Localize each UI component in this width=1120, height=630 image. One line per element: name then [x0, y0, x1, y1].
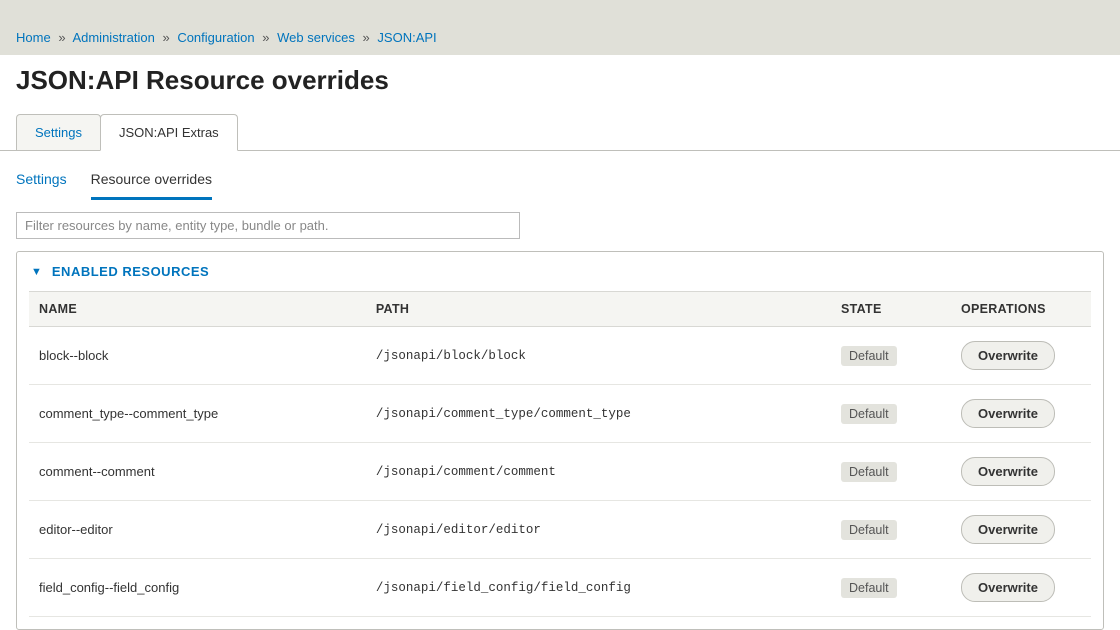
breadcrumb-separator: »	[158, 30, 173, 45]
overwrite-button[interactable]: Overwrite	[961, 573, 1055, 602]
overwrite-button[interactable]: Overwrite	[961, 341, 1055, 370]
tab-settings[interactable]: Settings	[16, 114, 101, 150]
cell-name: field_config--field_config	[29, 559, 366, 617]
cell-state: Default	[831, 327, 951, 385]
table-row: comment_type--comment_type /jsonapi/comm…	[29, 385, 1091, 443]
subtab-settings[interactable]: Settings	[16, 171, 67, 200]
breadcrumb-separator: »	[258, 30, 273, 45]
enabled-resources-summary[interactable]: ▼ ENABLED RESOURCES	[17, 252, 1103, 291]
th-path: PATH	[366, 292, 831, 327]
th-name: NAME	[29, 292, 366, 327]
table-row: comment--comment /jsonapi/comment/commen…	[29, 443, 1091, 501]
breadcrumb-web-services[interactable]: Web services	[277, 30, 355, 45]
tab-extras[interactable]: JSON:API Extras	[100, 114, 238, 151]
filter-input[interactable]	[16, 212, 520, 239]
cell-path: /jsonapi/comment_type/comment_type	[366, 385, 831, 443]
table-row: field_config--field_config /jsonapi/fiel…	[29, 559, 1091, 617]
breadcrumb: Home » Administration » Configuration » …	[0, 24, 1120, 55]
overwrite-button[interactable]: Overwrite	[961, 457, 1055, 486]
state-badge: Default	[841, 404, 897, 424]
cell-name: comment--comment	[29, 443, 366, 501]
breadcrumb-jsonapi[interactable]: JSON:API	[377, 30, 436, 45]
cell-state: Default	[831, 443, 951, 501]
cell-name: block--block	[29, 327, 366, 385]
overwrite-button[interactable]: Overwrite	[961, 515, 1055, 544]
cell-name: editor--editor	[29, 501, 366, 559]
cell-path: /jsonapi/editor/editor	[366, 501, 831, 559]
cell-operations: Overwrite	[951, 559, 1091, 617]
resource-table: NAME PATH STATE OPERATIONS block--block …	[29, 291, 1091, 617]
cell-path: /jsonapi/field_config/field_config	[366, 559, 831, 617]
cell-operations: Overwrite	[951, 501, 1091, 559]
primary-tabs: Settings JSON:API Extras	[0, 114, 1120, 151]
state-badge: Default	[841, 462, 897, 482]
state-badge: Default	[841, 578, 897, 598]
cell-path: /jsonapi/comment/comment	[366, 443, 831, 501]
breadcrumb-configuration[interactable]: Configuration	[177, 30, 254, 45]
secondary-tabs: Settings Resource overrides	[0, 151, 1120, 200]
breadcrumb-separator: »	[359, 30, 374, 45]
page-title: JSON:API Resource overrides	[0, 55, 1120, 114]
th-operations: OPERATIONS	[951, 292, 1091, 327]
th-state: STATE	[831, 292, 951, 327]
top-background	[0, 0, 1120, 24]
breadcrumb-home[interactable]: Home	[16, 30, 51, 45]
enabled-resources-label: ENABLED RESOURCES	[52, 264, 209, 279]
cell-operations: Overwrite	[951, 443, 1091, 501]
cell-name: comment_type--comment_type	[29, 385, 366, 443]
caret-down-icon: ▼	[31, 266, 42, 278]
overwrite-button[interactable]: Overwrite	[961, 399, 1055, 428]
cell-state: Default	[831, 501, 951, 559]
breadcrumb-separator: »	[54, 30, 69, 45]
cell-state: Default	[831, 385, 951, 443]
enabled-resources-details: ▼ ENABLED RESOURCES NAME PATH STATE OPER…	[16, 251, 1104, 630]
table-row: editor--editor /jsonapi/editor/editor De…	[29, 501, 1091, 559]
cell-path: /jsonapi/block/block	[366, 327, 831, 385]
cell-operations: Overwrite	[951, 327, 1091, 385]
state-badge: Default	[841, 346, 897, 366]
cell-state: Default	[831, 559, 951, 617]
table-row: block--block /jsonapi/block/block Defaul…	[29, 327, 1091, 385]
filter-wrapper	[0, 200, 1120, 251]
state-badge: Default	[841, 520, 897, 540]
breadcrumb-administration[interactable]: Administration	[72, 30, 154, 45]
subtab-resource-overrides[interactable]: Resource overrides	[91, 171, 212, 200]
cell-operations: Overwrite	[951, 385, 1091, 443]
